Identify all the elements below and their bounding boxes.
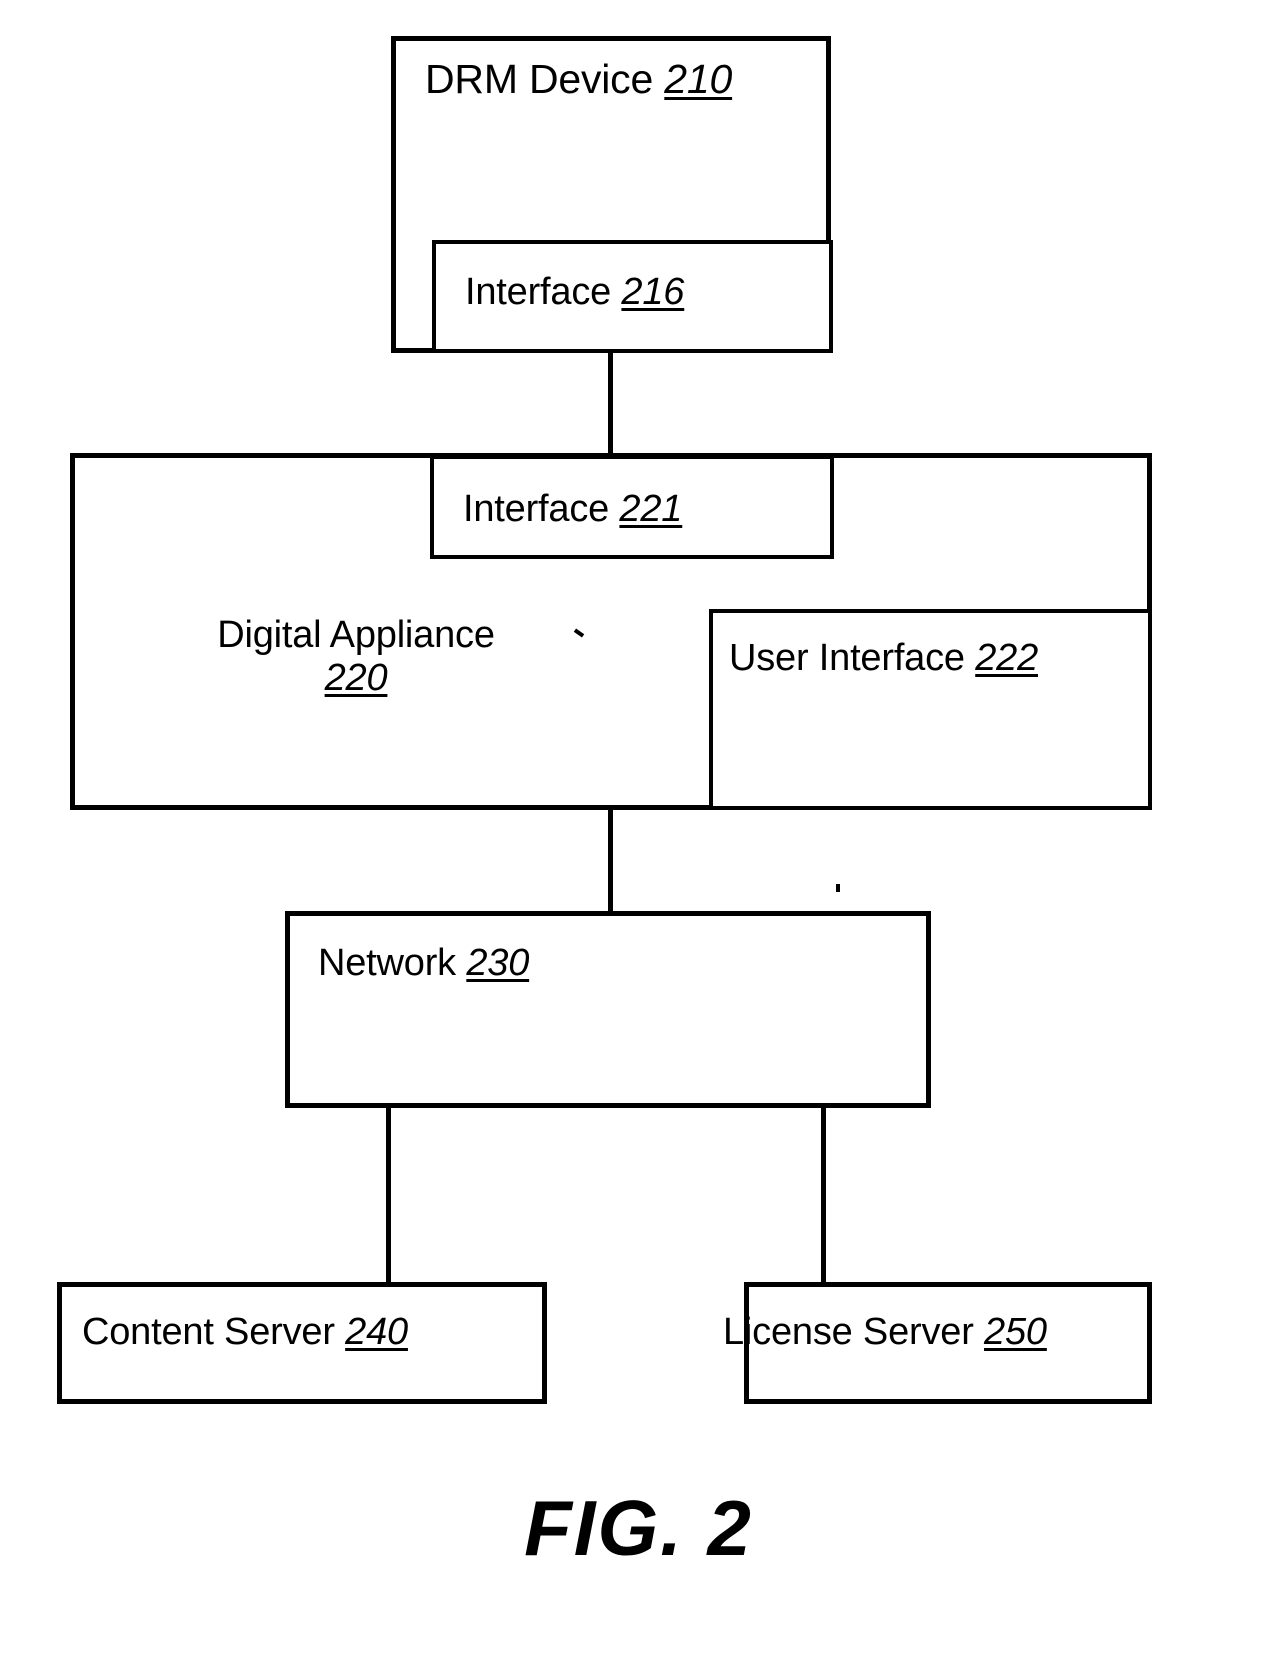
drm-device-label: DRM Device 210 xyxy=(425,56,733,103)
license-server-ref: 250 xyxy=(984,1311,1047,1353)
figure-canvas: DRM Device 210 Interface 216 Digital App… xyxy=(0,0,1277,1670)
user-interface-222-ref: 222 xyxy=(975,637,1039,679)
network-name: Network xyxy=(318,942,456,984)
content-server-name: Content Server xyxy=(82,1311,335,1353)
connector-network-to-content-server xyxy=(386,1104,391,1286)
network-label: Network 230 xyxy=(318,942,529,985)
digital-appliance-label: Digital Appliance 220 xyxy=(176,614,536,699)
interface-216-name: Interface xyxy=(465,271,612,313)
figure-caption: FIG. 2 xyxy=(524,1484,753,1572)
digital-appliance-name: Digital Appliance xyxy=(217,614,495,656)
interface-216-label: Interface 216 xyxy=(465,271,684,314)
content-server-label: Content Server 240 xyxy=(82,1311,408,1354)
connector-appliance-to-network xyxy=(608,806,613,916)
interface-221-name: Interface xyxy=(463,488,610,530)
scan-artifact-mark-2 xyxy=(836,884,840,892)
network-ref: 230 xyxy=(466,942,530,984)
digital-appliance-ref: 220 xyxy=(324,656,388,699)
content-server-ref: 240 xyxy=(345,1311,408,1353)
drm-device-ref: 210 xyxy=(664,56,733,102)
license-server-name: License Server xyxy=(723,1311,974,1353)
user-interface-222-label: User Interface 222 xyxy=(729,637,1038,680)
license-server-label: License Server 250 xyxy=(723,1311,1047,1354)
connector-network-to-license-server xyxy=(821,1104,826,1286)
interface-216-ref: 216 xyxy=(621,271,685,313)
user-interface-222-name: User Interface xyxy=(729,637,965,679)
interface-221-label: Interface 221 xyxy=(463,488,682,531)
drm-device-name: DRM Device xyxy=(425,56,654,102)
interface-221-ref: 221 xyxy=(619,488,683,530)
network-box xyxy=(285,911,931,1108)
